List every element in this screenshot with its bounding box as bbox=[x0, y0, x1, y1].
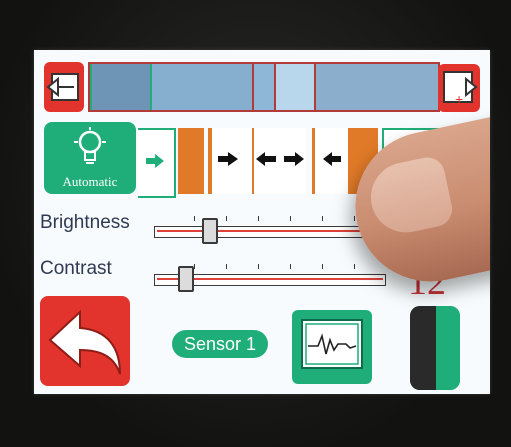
contrast-slider[interactable] bbox=[154, 262, 390, 292]
brightness-track[interactable] bbox=[154, 226, 386, 238]
strip-segment[interactable] bbox=[316, 64, 438, 110]
touch-screen: + Automatic Brightness Contrast 12 Senso… bbox=[34, 50, 490, 394]
next-button[interactable]: + bbox=[438, 64, 480, 112]
back-button[interactable] bbox=[40, 296, 130, 386]
arrow-left-icon bbox=[323, 152, 341, 166]
waveform-monitor-icon bbox=[301, 319, 363, 369]
next-button-glyph: + bbox=[455, 91, 463, 107]
pattern-option-1-fill[interactable] bbox=[178, 128, 204, 194]
sensor-button[interactable]: Sensor 1 bbox=[172, 330, 268, 358]
finger-nail bbox=[364, 154, 456, 239]
automatic-mode-label: Automatic bbox=[62, 174, 118, 189]
pattern-option-4[interactable] bbox=[312, 128, 351, 194]
plus-arrow-right-icon: + bbox=[443, 71, 478, 107]
back-arrow-icon bbox=[48, 309, 121, 375]
pattern-option-3[interactable] bbox=[254, 128, 306, 194]
color-toggle-button[interactable] bbox=[410, 306, 460, 390]
strip-segment[interactable] bbox=[254, 64, 276, 110]
brightness-thumb[interactable] bbox=[202, 218, 218, 244]
contrast-thumb[interactable] bbox=[178, 266, 194, 292]
strip-segment-selected[interactable] bbox=[90, 64, 152, 110]
brightness-label: Brightness bbox=[40, 212, 130, 233]
automatic-mode-button[interactable]: Automatic bbox=[44, 122, 136, 194]
strip-segment[interactable] bbox=[152, 64, 254, 110]
arrow-right-icon bbox=[218, 152, 238, 166]
color-toggle-icon bbox=[410, 306, 460, 390]
light-bulb-icon bbox=[74, 127, 106, 164]
contrast-label: Contrast bbox=[40, 258, 112, 279]
pattern-option-2[interactable] bbox=[208, 128, 256, 194]
strip-segment[interactable] bbox=[276, 64, 316, 110]
color-strip[interactable] bbox=[88, 62, 440, 112]
brightness-slider[interactable] bbox=[154, 214, 390, 244]
arrow-right-icon bbox=[146, 154, 164, 168]
arrow-left-icon bbox=[46, 73, 79, 101]
previous-button[interactable] bbox=[44, 62, 84, 112]
monitor-button[interactable] bbox=[292, 310, 372, 384]
arrows-both-icon bbox=[256, 152, 304, 166]
pattern-option-1[interactable] bbox=[138, 128, 176, 198]
